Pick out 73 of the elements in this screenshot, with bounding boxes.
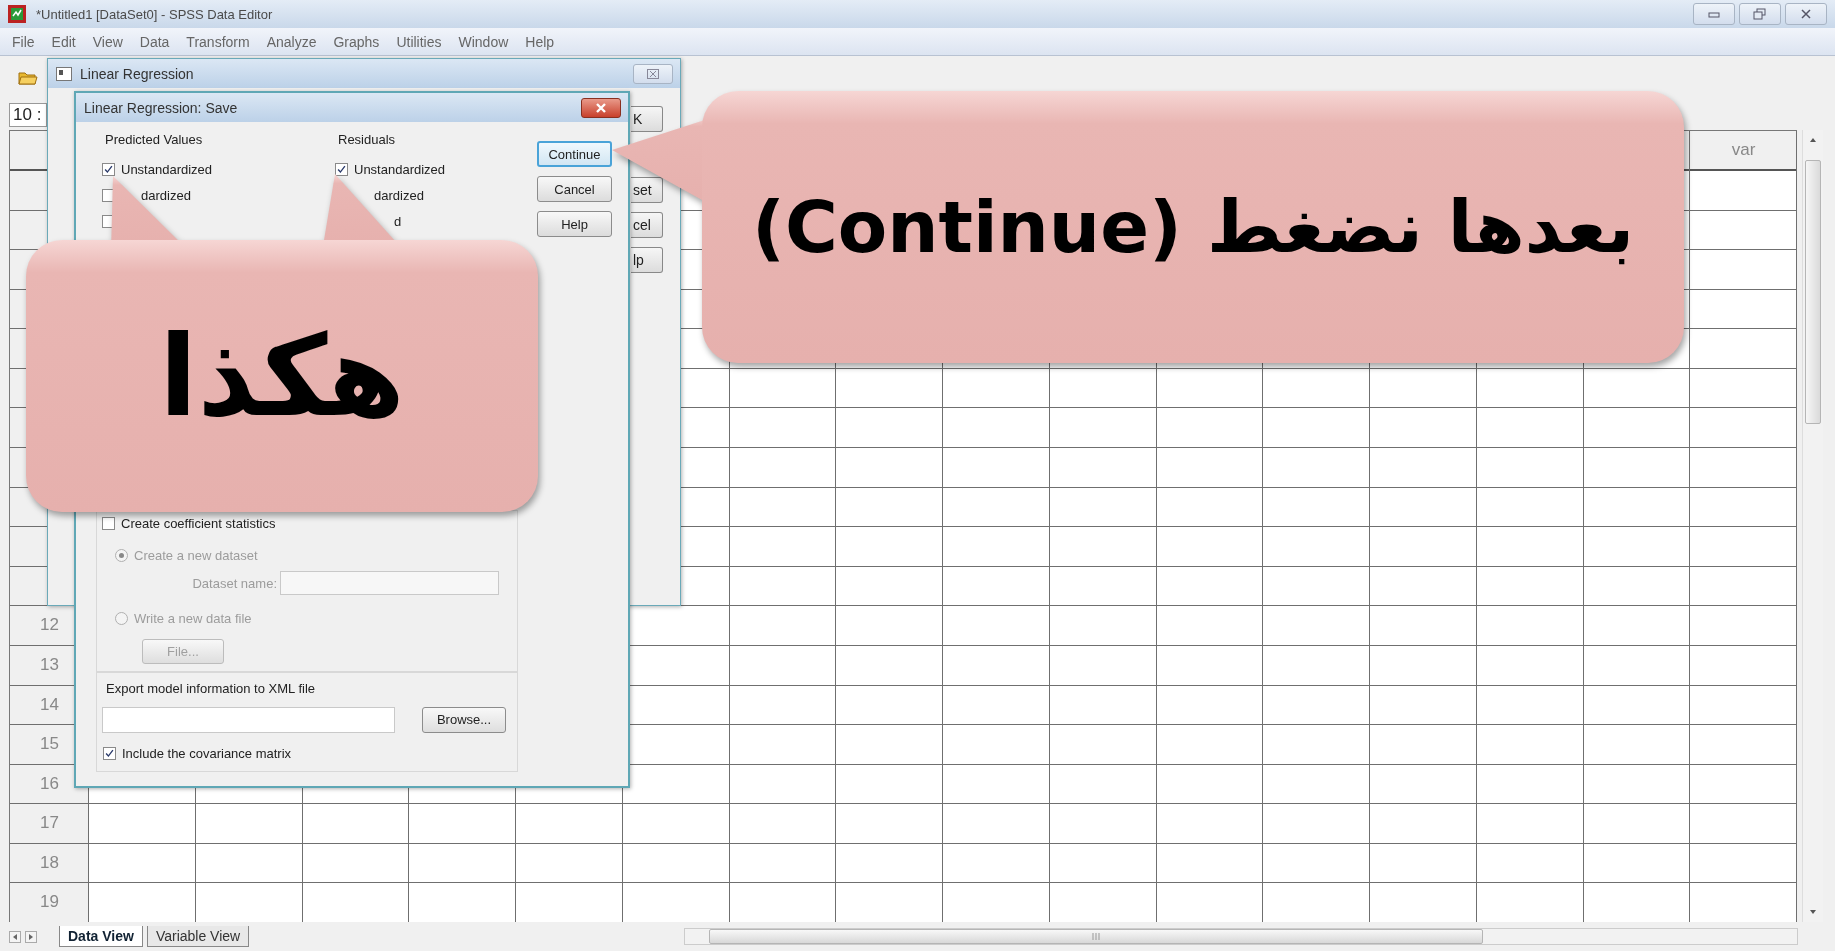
minimize-button[interactable] bbox=[1693, 3, 1735, 25]
checkbox-label: Include the covariance matrix bbox=[122, 745, 292, 761]
menu-item[interactable]: Transform bbox=[186, 33, 250, 50]
checkbox[interactable] bbox=[102, 516, 115, 530]
row-number: 13 bbox=[39, 653, 60, 676]
dialog-title: Linear Regression bbox=[80, 65, 194, 82]
row-number: 12 bbox=[39, 614, 60, 637]
scroll-left-icon[interactable] bbox=[9, 930, 21, 943]
app-icon bbox=[8, 5, 26, 23]
dialog-button[interactable]: lp bbox=[631, 247, 663, 273]
row-number: 17 bbox=[39, 812, 60, 835]
sheet-tab[interactable]: Data View bbox=[59, 926, 143, 947]
folder-icon[interactable] bbox=[18, 70, 38, 86]
scroll-down-icon[interactable] bbox=[1809, 908, 1817, 916]
checkbox-label: Unstandardized bbox=[121, 161, 213, 177]
dialog-button[interactable]: Continue bbox=[537, 141, 612, 167]
checkbox[interactable] bbox=[102, 162, 115, 176]
grip-icon bbox=[1091, 933, 1101, 940]
browse-button[interactable]: Browse... bbox=[422, 706, 506, 733]
callout-text: هكذا bbox=[159, 309, 405, 443]
cell-reference: 10 : bbox=[9, 103, 47, 127]
group-title: Residuals bbox=[338, 132, 397, 148]
checkbox-label: Create coefficient statistics bbox=[121, 515, 276, 531]
scroll-right-icon[interactable] bbox=[25, 930, 37, 943]
checkbox[interactable] bbox=[335, 162, 348, 176]
input-field[interactable] bbox=[102, 706, 395, 733]
restore-icon bbox=[1753, 8, 1767, 20]
menu-item[interactable]: Window bbox=[458, 33, 509, 50]
menu-item[interactable]: Utilities bbox=[396, 33, 442, 50]
sheet-tab[interactable]: Variable View bbox=[146, 926, 250, 947]
dialog-button[interactable]: K bbox=[631, 106, 663, 132]
menu-item[interactable]: File bbox=[12, 33, 35, 50]
menu-item[interactable]: Edit bbox=[51, 33, 76, 50]
checkbox[interactable] bbox=[103, 746, 116, 760]
radio-label: Write a new data file bbox=[134, 610, 252, 626]
row-number: 14 bbox=[39, 693, 60, 716]
dialog-button[interactable]: Cancel bbox=[537, 176, 612, 202]
row-number: 19 bbox=[39, 891, 60, 914]
menu-item[interactable]: Analyze bbox=[266, 33, 317, 50]
row-number: 16 bbox=[39, 772, 60, 795]
row-number: 15 bbox=[39, 733, 60, 756]
checkbox-label: Unstandardized bbox=[354, 161, 446, 177]
menu-item[interactable]: Help bbox=[525, 33, 555, 50]
checkbox-label: dardized bbox=[374, 187, 424, 203]
scrollbar-thumb[interactable] bbox=[1805, 160, 1821, 424]
radio-label: Create a new dataset bbox=[134, 547, 258, 563]
scrollbar-thumb[interactable] bbox=[709, 929, 1483, 944]
dialog-title: Linear Regression: Save bbox=[84, 99, 238, 116]
close-button[interactable] bbox=[581, 97, 621, 118]
row-number: 18 bbox=[39, 851, 60, 874]
menu-item[interactable]: Graphs bbox=[333, 33, 380, 50]
checkbox-label: d bbox=[394, 213, 402, 229]
dialog-button[interactable]: set bbox=[631, 177, 663, 203]
scroll-up-icon[interactable] bbox=[1809, 136, 1817, 144]
section-label: Export model information to XML file bbox=[105, 681, 317, 697]
close-icon bbox=[595, 101, 607, 114]
input-field[interactable] bbox=[280, 571, 499, 595]
callout-text: بعدها نضغط (Continue) bbox=[752, 183, 1634, 271]
menu-item[interactable]: Data bbox=[139, 33, 170, 50]
window-title: *Untitled1 [DataSet0] - SPSS Data Editor bbox=[36, 6, 273, 22]
restore-button[interactable] bbox=[1739, 3, 1781, 25]
column-header[interactable]: var bbox=[1690, 131, 1797, 169]
window-icon bbox=[56, 66, 72, 81]
field-label: Dataset name: bbox=[191, 575, 277, 591]
dialog-button[interactable]: cel bbox=[631, 212, 663, 238]
checkbox-label: dardized bbox=[141, 187, 191, 203]
minimize-icon bbox=[1708, 10, 1720, 18]
dialog-button[interactable]: Help bbox=[537, 211, 612, 237]
menu-item[interactable]: View bbox=[92, 33, 123, 50]
close-icon bbox=[1800, 8, 1812, 20]
horizontal-scrollbar[interactable] bbox=[684, 928, 1798, 945]
group-title: Predicted Values bbox=[105, 132, 204, 148]
close-icon bbox=[647, 68, 659, 79]
